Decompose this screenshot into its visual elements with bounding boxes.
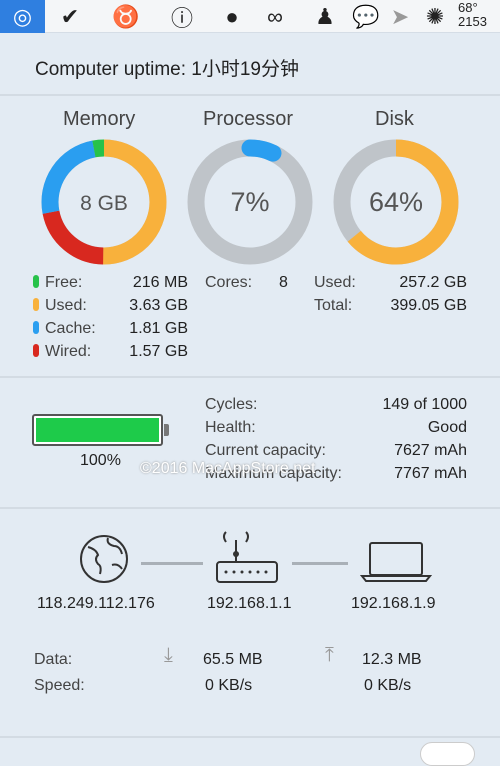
processor-center-label: 7% [230, 187, 269, 217]
uptime-section: Computer uptime: 1小时19分钟 [0, 34, 500, 96]
usage-section: Memory Processor Disk 8 GB 7% 64% Free: 2… [0, 96, 500, 378]
battery-section: 100% Cycles: 149 of 1000 Health: Good Curren… [0, 378, 500, 509]
istat-gauge-icon[interactable]: ◎ [0, 0, 45, 33]
memory-donut: 8 GB [41, 139, 167, 265]
memory-legend-label: Cache: [33, 320, 96, 338]
processor-title: Processor [203, 108, 294, 130]
processor-donut: 7% [187, 139, 313, 265]
toggle-switch[interactable] [420, 742, 475, 766]
battery-stat-value: Good [427, 419, 467, 436]
legend-dot-icon [33, 298, 39, 311]
upload-total: 12.3 MB [362, 651, 422, 668]
connection-line [292, 562, 348, 565]
local-ip: 192.168.1.9 [351, 595, 436, 612]
disk-total-value: 399.05 GB [390, 297, 468, 314]
paper-plane-icon[interactable]: ➤ [385, 0, 415, 33]
upload-speed: 0 KB/s [364, 677, 412, 694]
legend-dot-icon [33, 344, 39, 357]
legend-label: Free: [45, 274, 83, 291]
1password-icon[interactable]: ⓘ [167, 0, 197, 33]
upload-icon: ⤒ [325, 644, 334, 666]
legend-label: Cache: [45, 320, 96, 337]
battery-stat-value: 7627 mAh [394, 442, 467, 459]
legend-dot-icon [33, 321, 39, 334]
download-speed: 0 KB/s [205, 677, 253, 694]
cow-icon[interactable]: ♉ [110, 0, 142, 33]
memory-legend-label: Free: [33, 274, 82, 292]
disk-used-label: Used: [314, 274, 356, 291]
laptop-icon [360, 542, 432, 582]
uptime-label: Computer uptime: 1小时19分钟 [35, 59, 299, 80]
battery-stat-label: Cycles: [205, 396, 258, 413]
fan-icon[interactable]: ✺ [420, 0, 450, 33]
menu-bar: ◎ ✔ ♉ ⓘ ● ∞ ♟ 💬 ➤ ✺ 68° 2153 [0, 0, 500, 33]
battery-fill [36, 418, 159, 442]
router-ip: 192.168.1.1 [207, 595, 292, 612]
sensor-readout[interactable]: 68° 2153 [458, 1, 487, 29]
battery-icon [32, 414, 163, 446]
download-total: 65.5 MB [203, 651, 263, 668]
globe-icon [80, 535, 128, 583]
clock-icon[interactable]: ● [217, 0, 247, 33]
download-icon: ⤓ [164, 644, 173, 666]
memory-legend-value: 1.81 GB [129, 320, 188, 337]
legend-label: Wired: [45, 343, 92, 360]
disk-used-value: 257.2 GB [399, 274, 467, 291]
cores-label: Cores: [205, 274, 253, 291]
public-ip: 118.249.112.176 [37, 595, 155, 612]
memory-legend-value: 1.57 GB [129, 343, 188, 360]
battery-stat-value: 7767 mAh [394, 465, 467, 482]
fan-rpm: 2153 [458, 14, 487, 29]
disk-title: Disk [375, 108, 414, 130]
battery-stat-label: Current capacity: [205, 442, 326, 459]
memory-center-label: 8 GB [80, 192, 128, 215]
battery-percent: 100% [80, 452, 121, 469]
battery-tip [164, 424, 169, 436]
router-icon [216, 531, 278, 583]
battery-stat-label: Health: [205, 419, 256, 436]
acorn-check-icon[interactable]: ✔ [55, 0, 85, 33]
connection-line [141, 562, 203, 565]
speed-label: Speed: [34, 677, 85, 694]
memory-title: Memory [63, 108, 136, 130]
battery-stat-value: 149 of 1000 [382, 396, 467, 413]
cores-value: 8 [279, 274, 288, 291]
legend-dot-icon [33, 275, 39, 288]
memory-legend-label: Used: [33, 297, 87, 315]
disk-donut: 64% [333, 139, 459, 265]
wechat-icon[interactable]: 💬 [348, 0, 384, 33]
data-label: Data: [34, 651, 73, 668]
disk-total-label: Total: [314, 297, 353, 314]
watermark: ©2016 MacAppStore.net [140, 460, 316, 477]
memory-legend-value: 3.63 GB [129, 297, 188, 314]
temperature: 68° [458, 0, 478, 15]
memory-legend-value: 216 MB [132, 274, 188, 291]
legend-label: Used: [45, 297, 87, 314]
disk-center-label: 64% [369, 187, 423, 217]
circles-check-icon[interactable]: ∞ [255, 0, 295, 33]
qq-penguin-icon[interactable]: ♟ [310, 0, 340, 33]
memory-legend-label: Wired: [33, 343, 91, 361]
